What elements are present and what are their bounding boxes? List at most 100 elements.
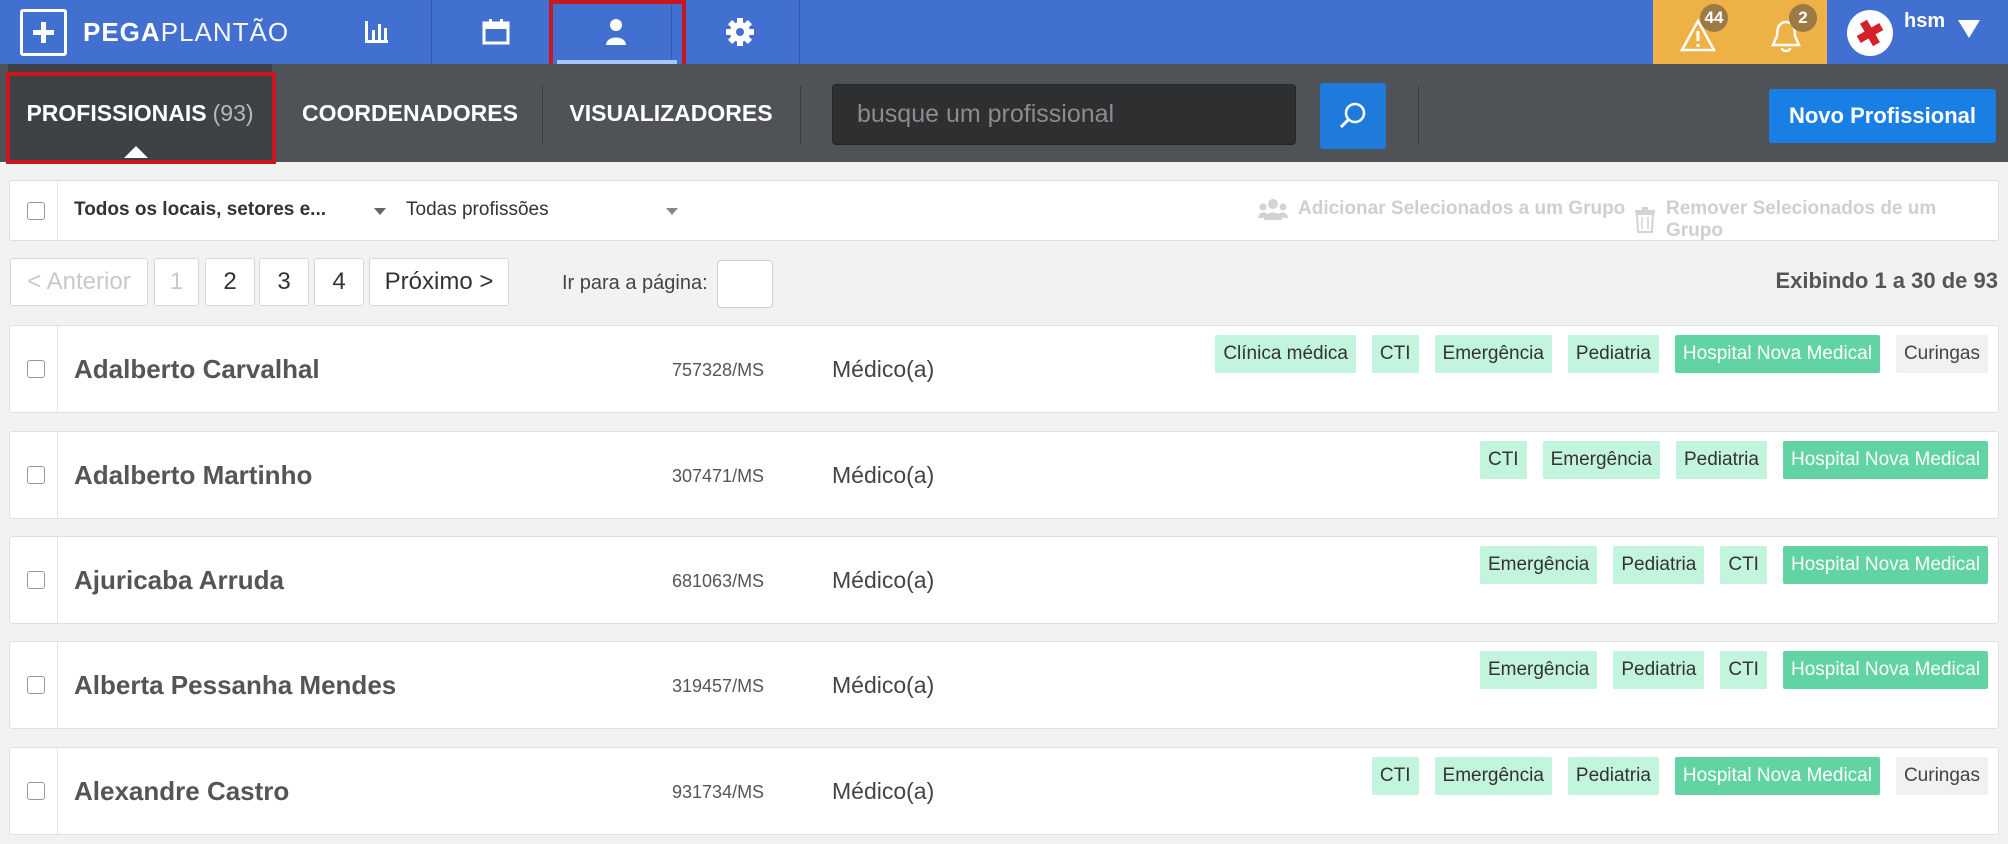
chevron-down-icon[interactable] bbox=[666, 208, 678, 215]
pagination-page-2[interactable]: 2 bbox=[205, 258, 255, 306]
locations-filter-select[interactable]: Todos os locais, setores e... bbox=[74, 199, 326, 221]
new-professional-button[interactable]: Novo Profissional bbox=[1769, 89, 1996, 143]
tag-badge: Curingas bbox=[1895, 335, 1988, 373]
user-name[interactable]: hsm bbox=[1904, 10, 1945, 33]
filter-divider bbox=[57, 181, 58, 240]
tag-badge: Pediatria bbox=[1613, 546, 1705, 584]
row-checkbox[interactable] bbox=[27, 782, 45, 800]
active-tab-caret-icon bbox=[124, 146, 148, 158]
alerts-count-badge: 44 bbox=[1700, 4, 1728, 32]
tag-list: Emergência Pediatria CTI Hospital Nova Medi… bbox=[1479, 546, 1988, 584]
tag-badge: Emergência bbox=[1434, 757, 1552, 795]
tag-list: Emergência Pediatria CTI Hospital Nova Medi… bbox=[1479, 651, 1988, 689]
professional-name[interactable]: Adalberto Carvalhal bbox=[74, 354, 320, 385]
professions-filter-select[interactable]: Todas profissões bbox=[406, 199, 549, 221]
remove-from-group-label: Remover Selecionados de um Grupo bbox=[1665, 198, 1937, 241]
gear-icon bbox=[725, 18, 754, 46]
professional-registration: 319457/MS bbox=[672, 676, 765, 696]
hospital-logo-icon[interactable] bbox=[1847, 10, 1893, 56]
professional-name[interactable]: Ajuricaba Arruda bbox=[74, 565, 284, 596]
search-button[interactable] bbox=[1320, 83, 1386, 149]
tag-badge: Clínica médica bbox=[1215, 335, 1356, 373]
tag-badge: Emergência bbox=[1434, 335, 1552, 373]
search-input[interactable] bbox=[832, 84, 1296, 145]
select-all-checkbox[interactable] bbox=[27, 202, 45, 220]
tag-badge: Curingas bbox=[1895, 757, 1988, 795]
add-to-group-button[interactable]: Adicionar Selecionados a um Grupo bbox=[1258, 198, 1625, 220]
professional-registration: 931734/MS bbox=[672, 782, 765, 802]
tag-list: CTI Emergência Pediatria Hospital Nova Medi… bbox=[1371, 757, 1988, 795]
table-row[interactable]: Adalberto Martinho 307471/MS Médico(a) CTI E… bbox=[9, 431, 1999, 519]
row-divider bbox=[57, 642, 58, 728]
table-row[interactable]: Alexandre Castro 931734/MS Médico(a) CTI Eme… bbox=[9, 747, 1999, 835]
professional-role: Médico(a) bbox=[832, 356, 935, 382]
tag-badge: CTI bbox=[1371, 335, 1419, 373]
pagination-page-4[interactable]: 4 bbox=[314, 258, 364, 306]
tab-visualizadores[interactable]: VISUALIZADORES bbox=[543, 64, 799, 162]
row-checkbox[interactable] bbox=[27, 571, 45, 589]
row-divider bbox=[57, 326, 58, 412]
tag-badge: Emergência bbox=[1479, 546, 1598, 584]
chevron-down-icon[interactable] bbox=[374, 208, 386, 215]
tag-badge: Emergência bbox=[1479, 651, 1598, 689]
tag-badge: Emergência bbox=[1542, 441, 1660, 479]
group-icon bbox=[1258, 199, 1288, 220]
table-row[interactable]: Adalberto Carvalhal 757328/MS Médico(a) Clí… bbox=[9, 325, 1999, 413]
row-checkbox[interactable] bbox=[27, 466, 45, 484]
active-nav-highlight bbox=[549, 0, 686, 71]
pagination-page-3[interactable]: 3 bbox=[259, 258, 309, 306]
trash-icon bbox=[1634, 207, 1655, 233]
goto-page-input[interactable] bbox=[717, 260, 773, 308]
user-menu-caret-icon[interactable] bbox=[1958, 20, 1980, 38]
pagination-prev-button[interactable]: < Anterior bbox=[10, 258, 148, 306]
tag-badge: Hospital Nova Medical bbox=[1782, 441, 1988, 479]
table-row[interactable]: Ajuricaba Arruda 681063/MS Médico(a) Emergê… bbox=[9, 536, 1999, 624]
row-divider bbox=[57, 432, 58, 518]
tag-badge: Hospital Nova Medical bbox=[1782, 651, 1988, 689]
tab-coordenadores[interactable]: COORDENADORES bbox=[278, 64, 542, 162]
pagination-page-1[interactable]: 1 bbox=[154, 258, 199, 306]
brand-light: PLANTÃO bbox=[160, 17, 290, 47]
row-divider bbox=[57, 537, 58, 623]
tag-badge: CTI bbox=[1720, 546, 1767, 584]
tag-list: Clínica médica CTI Emergência Pediatria Hosp… bbox=[1215, 335, 1988, 373]
brand-bold: PEGA bbox=[83, 17, 161, 47]
professional-role: Médico(a) bbox=[832, 567, 935, 593]
nav-settings-button[interactable] bbox=[680, 0, 800, 64]
row-checkbox[interactable] bbox=[27, 676, 45, 694]
tag-badge: Hospital Nova Medical bbox=[1674, 757, 1880, 795]
app-logo-icon[interactable] bbox=[20, 9, 67, 56]
tag-badge: Pediatria bbox=[1613, 651, 1705, 689]
filter-bar: Todos os locais, setores e... Todas prof… bbox=[9, 180, 1999, 241]
app-brand[interactable]: PEGAPLANTÃO bbox=[83, 17, 289, 48]
nav-reports-button[interactable] bbox=[320, 0, 432, 64]
professional-registration: 681063/MS bbox=[672, 571, 765, 591]
tag-list: CTI Emergência Pediatria Hospital Nova Medi… bbox=[1479, 441, 1988, 479]
professional-registration: 757328/MS bbox=[672, 360, 765, 380]
row-checkbox[interactable] bbox=[27, 360, 45, 378]
professional-registration: 307471/MS bbox=[672, 466, 765, 486]
bar-chart-icon bbox=[364, 21, 388, 43]
tag-badge: CTI bbox=[1371, 757, 1419, 795]
professional-name[interactable]: Alberta Pessanha Mendes bbox=[74, 670, 396, 701]
results-count: Exibindo 1 a 30 de 93 bbox=[1775, 268, 1998, 293]
goto-page-label: Ir para a página: bbox=[562, 272, 708, 294]
add-to-group-label: Adicionar Selecionados a um Grupo bbox=[1298, 198, 1626, 219]
tab-separator bbox=[800, 86, 801, 144]
row-divider bbox=[57, 748, 58, 834]
nav-calendar-button[interactable] bbox=[440, 0, 552, 64]
tag-badge: Pediatria bbox=[1675, 441, 1767, 479]
professional-name[interactable]: Adalberto Martinho bbox=[74, 460, 312, 491]
remove-from-group-button[interactable]: Remover Selecionados de um Grupo bbox=[1634, 198, 1998, 242]
professional-role: Médico(a) bbox=[832, 672, 935, 698]
professional-role: Médico(a) bbox=[832, 778, 935, 804]
professional-name[interactable]: Alexandre Castro bbox=[74, 776, 289, 807]
search-icon bbox=[1339, 102, 1366, 129]
tag-badge: Pediatria bbox=[1567, 335, 1659, 373]
professional-role: Médico(a) bbox=[832, 462, 935, 488]
toolbar-separator bbox=[1418, 86, 1419, 144]
pagination-next-button[interactable]: Próximo > bbox=[369, 258, 509, 306]
tag-badge: Hospital Nova Medical bbox=[1674, 335, 1880, 373]
table-row[interactable]: Alberta Pessanha Mendes 319457/MS Médico(a… bbox=[9, 641, 1999, 729]
calendar-icon bbox=[482, 19, 509, 45]
